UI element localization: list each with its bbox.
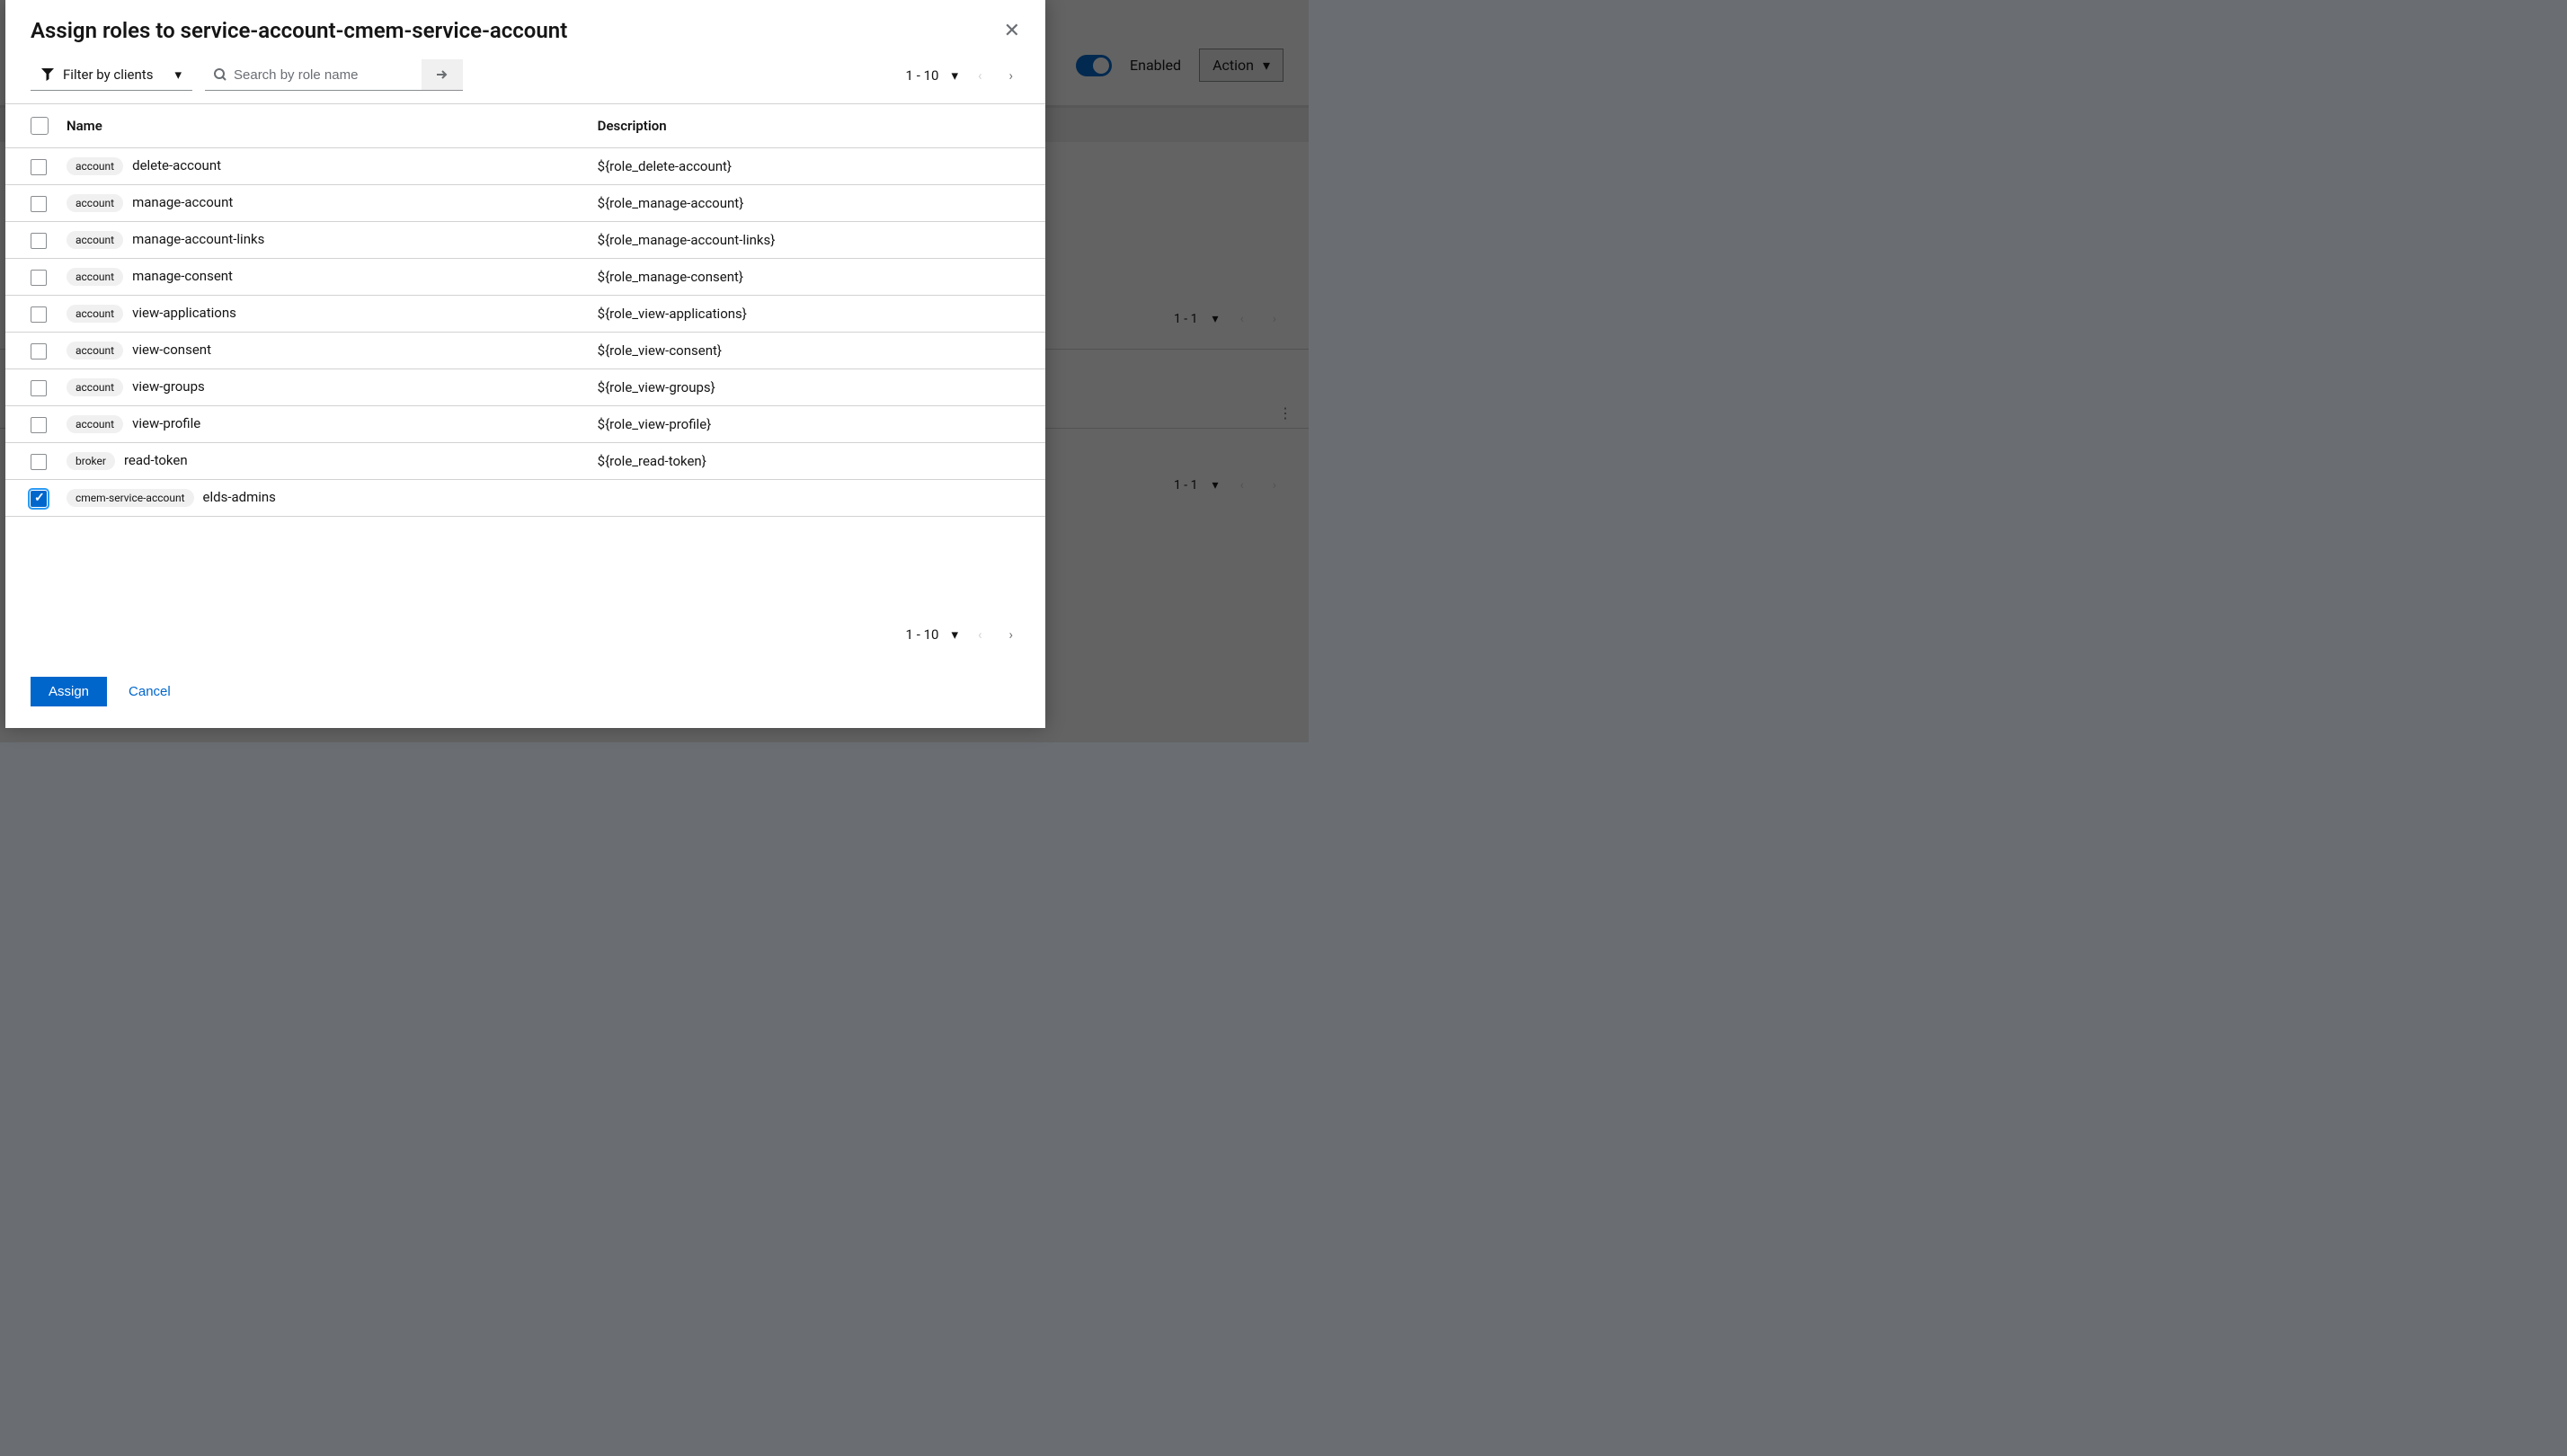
search-submit-button[interactable]: [422, 59, 463, 91]
row-checkbox[interactable]: [31, 306, 47, 323]
cancel-button[interactable]: Cancel: [129, 684, 171, 699]
row-checkbox[interactable]: [31, 270, 47, 286]
modal-footer-pagination: 1 - 10 ▾ ‹ ›: [5, 601, 1045, 655]
client-badge: account: [67, 305, 123, 323]
modal-toolbar: Filter by clients ▾ 1 - 10 ▾ ‹ ›: [5, 59, 1045, 103]
pagination-prev[interactable]: ‹: [971, 623, 990, 646]
role-name: view-consent: [132, 342, 211, 358]
role-name: view-applications: [132, 305, 236, 321]
role-description: [589, 480, 1045, 517]
assign-roles-modal: Assign roles to service-account-cmem-ser…: [5, 0, 1045, 728]
arrow-right-icon: [436, 68, 449, 81]
pagination-bottom: 1 - 10 ▾ ‹ ›: [906, 623, 1020, 646]
roles-table-wrap: Name Description account delete-account ${…: [5, 103, 1045, 601]
pagination-prev[interactable]: ‹: [971, 64, 990, 87]
modal-footer: Assign Cancel: [5, 655, 1045, 728]
assign-button[interactable]: Assign: [31, 677, 107, 706]
client-badge: account: [67, 415, 123, 433]
table-header-row: Name Description: [5, 104, 1045, 148]
role-name: manage-consent: [132, 268, 233, 284]
pagination-top: 1 - 10 ▾ ‹ ›: [906, 64, 1020, 87]
role-name: manage-account: [132, 194, 233, 210]
role-name: delete-account: [132, 157, 221, 173]
search-input[interactable]: [234, 67, 413, 83]
table-row: broker read-token ${role_read-token}: [5, 443, 1045, 480]
client-badge: account: [67, 268, 123, 286]
caret-down-icon[interactable]: ▾: [951, 626, 958, 643]
caret-down-icon: ▾: [174, 67, 182, 83]
role-description: ${role_manage-consent}: [589, 259, 1045, 296]
client-badge: account: [67, 194, 123, 212]
table-row: account delete-account ${role_delete-accou…: [5, 148, 1045, 185]
table-row: account view-groups ${role_view-groups}: [5, 369, 1045, 406]
role-name: manage-account-links: [132, 231, 264, 247]
column-name: Name: [58, 104, 589, 148]
role-description: ${role_view-consent}: [589, 333, 1045, 369]
close-icon[interactable]: ✕: [1004, 20, 1020, 42]
row-checkbox[interactable]: [31, 343, 47, 360]
role-name: elds-admins: [203, 489, 276, 505]
role-description: ${role_read-token}: [589, 443, 1045, 480]
search-input-wrap: [205, 60, 422, 91]
client-badge: broker: [67, 452, 115, 470]
roles-table: Name Description account delete-account ${…: [5, 104, 1045, 517]
client-badge: account: [67, 231, 123, 249]
pagination-range: 1 - 10: [906, 626, 939, 643]
role-name: view-groups: [132, 378, 205, 395]
search-group: [205, 59, 463, 91]
client-badge: cmem-service-account: [67, 489, 194, 507]
table-row: account view-applications ${role_view-appl…: [5, 296, 1045, 333]
search-icon: [214, 68, 226, 81]
select-all-checkbox[interactable]: [31, 117, 49, 135]
row-checkbox[interactable]: [31, 417, 47, 433]
role-description: ${role_view-groups}: [589, 369, 1045, 406]
pagination-next[interactable]: ›: [1001, 64, 1020, 87]
table-row: account manage-account-links ${role_manage…: [5, 222, 1045, 259]
table-row: account view-profile ${role_view-profile}: [5, 406, 1045, 443]
row-checkbox[interactable]: [31, 233, 47, 249]
filter-icon: [41, 68, 54, 81]
role-description: ${role_manage-account}: [589, 185, 1045, 222]
modal-header: Assign roles to service-account-cmem-ser…: [5, 0, 1045, 59]
row-checkbox[interactable]: [31, 196, 47, 212]
row-checkbox[interactable]: [31, 454, 47, 470]
modal-title: Assign roles to service-account-cmem-ser…: [31, 18, 567, 43]
table-row: account manage-consent ${role_manage-conse…: [5, 259, 1045, 296]
role-description: ${role_delete-account}: [589, 148, 1045, 185]
client-badge: account: [67, 342, 123, 360]
filter-by-clients-dropdown[interactable]: Filter by clients ▾: [31, 59, 192, 91]
table-row: account view-consent ${role_view-consent}: [5, 333, 1045, 369]
filter-label: Filter by clients: [63, 67, 153, 83]
client-badge: account: [67, 157, 123, 175]
pagination-next[interactable]: ›: [1001, 623, 1020, 646]
role-name: view-profile: [132, 415, 200, 431]
row-checkbox[interactable]: [31, 380, 47, 396]
role-description: ${role_view-profile}: [589, 406, 1045, 443]
row-checkbox[interactable]: [31, 159, 47, 175]
role-name: read-token: [124, 452, 188, 468]
role-description: ${role_manage-account-links}: [589, 222, 1045, 259]
caret-down-icon[interactable]: ▾: [951, 67, 958, 84]
table-row: account manage-account ${role_manage-accou…: [5, 185, 1045, 222]
column-description: Description: [589, 104, 1045, 148]
pagination-range: 1 - 10: [906, 67, 939, 84]
client-badge: account: [67, 378, 123, 396]
row-checkbox[interactable]: [31, 491, 47, 507]
role-description: ${role_view-applications}: [589, 296, 1045, 333]
table-row: cmem-service-account elds-admins: [5, 480, 1045, 517]
